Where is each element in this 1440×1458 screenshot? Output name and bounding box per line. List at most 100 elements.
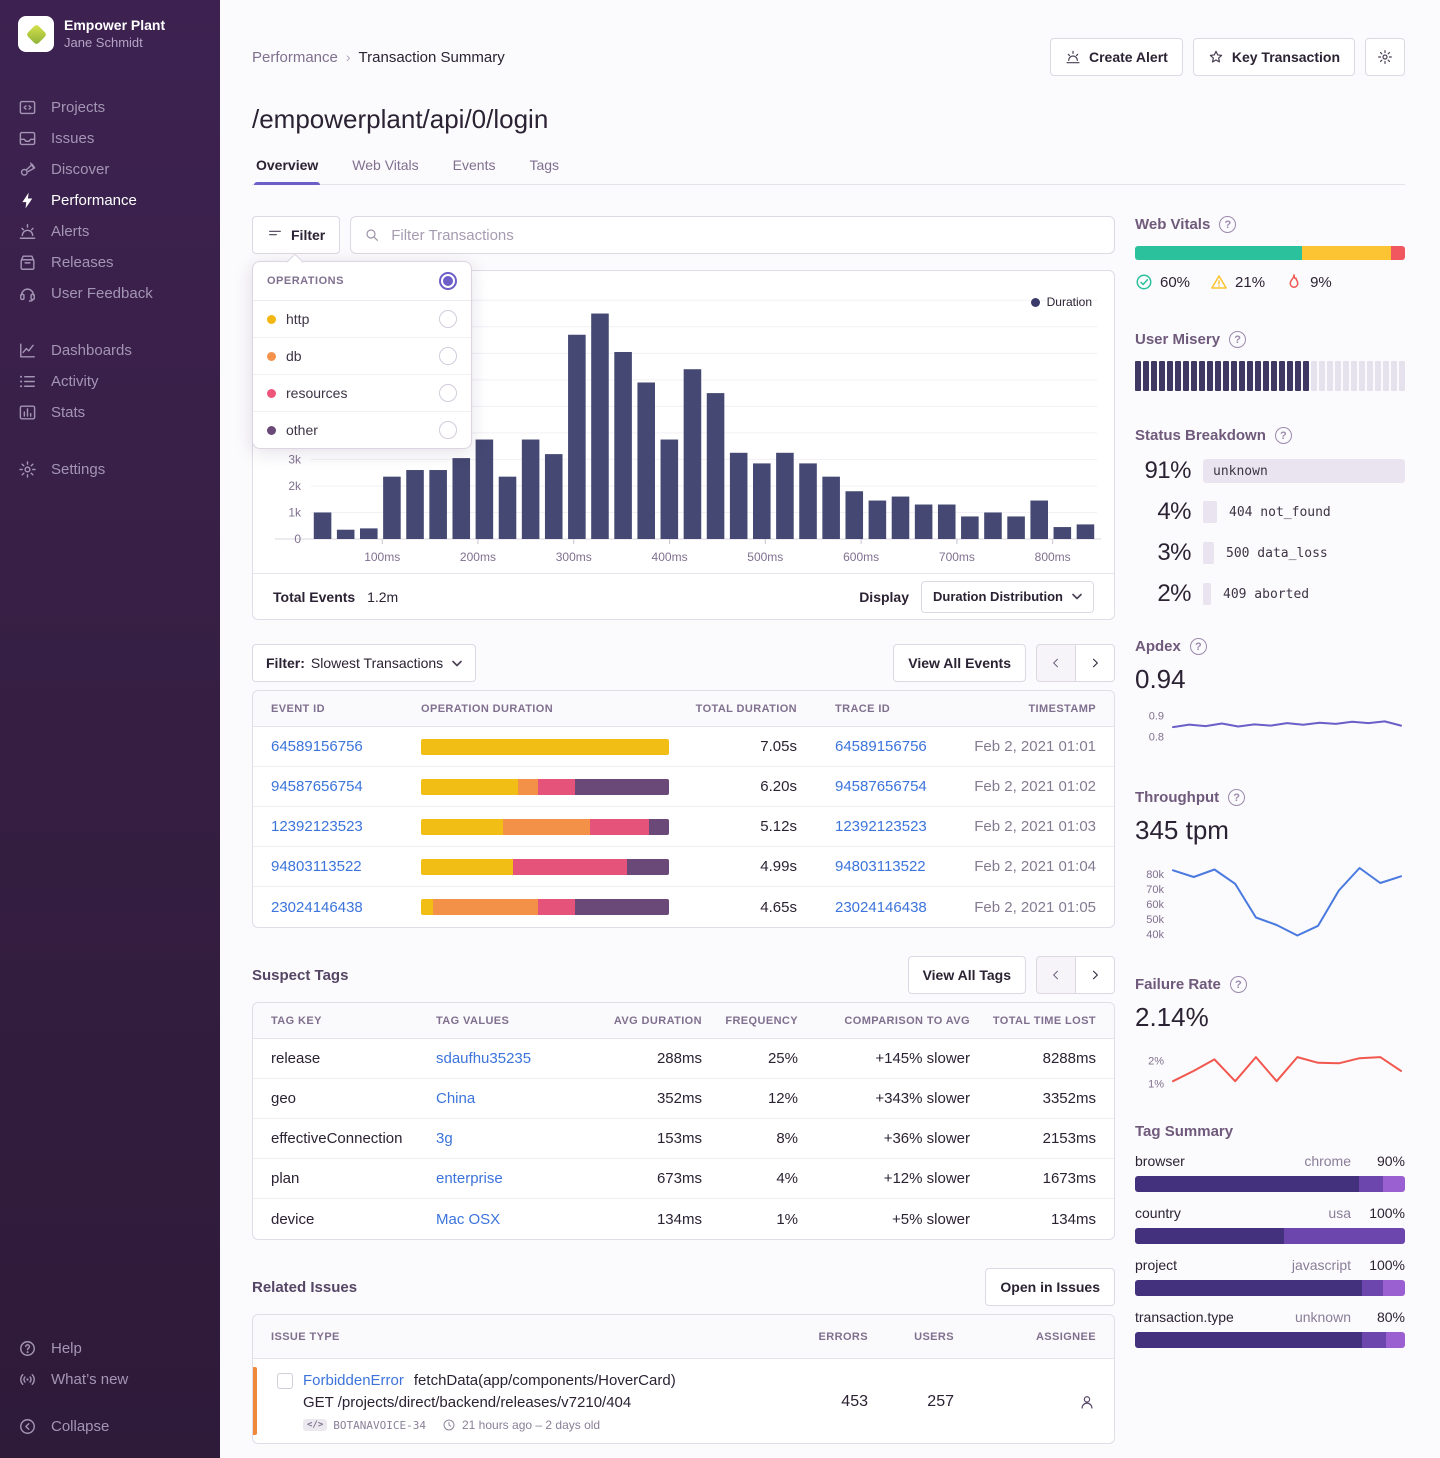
nav-divider [0, 428, 220, 454]
assignee-button[interactable] [954, 1393, 1096, 1411]
tab-overview[interactable]: Overview [254, 153, 320, 184]
tag-summary-bar [1135, 1332, 1405, 1348]
trace-id-link[interactable]: 12392123523 [835, 818, 927, 835]
events-filter-select[interactable]: Filter: Slowest Transactions [252, 644, 476, 682]
trace-id-link[interactable]: 64589156756 [835, 738, 927, 755]
operations-dropdown-header[interactable]: OPERATIONS [253, 262, 471, 301]
filter-button[interactable]: Filter [252, 216, 340, 254]
open-in-issues-button[interactable]: Open in Issues [985, 1268, 1115, 1306]
help-circle-icon[interactable]: ? [1230, 976, 1247, 993]
trace-id-link[interactable]: 94587656754 [835, 778, 927, 795]
sidebar-item-projects[interactable]: Projects [0, 92, 220, 123]
tags-prev-page-button[interactable] [1036, 956, 1076, 994]
related-issues-title: Related Issues [252, 1279, 357, 1296]
tag-summary-bar [1135, 1228, 1405, 1244]
tag-value-link[interactable]: China [436, 1090, 475, 1107]
events-prev-page-button[interactable] [1036, 644, 1076, 682]
sidebar-item-label: Performance [51, 192, 137, 209]
event-id-link[interactable]: 94587656754 [271, 778, 363, 795]
sidebar-item-issues[interactable]: Issues [0, 123, 220, 154]
operation-option-http[interactable]: http [253, 301, 471, 338]
sidebar-item-user-feedback[interactable]: User Feedback [0, 278, 220, 309]
sidebar-item-performance[interactable]: Performance [0, 185, 220, 216]
events-table: EVENT ID OPERATION DURATION TOTAL DURATI… [252, 690, 1115, 928]
apdex-sparkline: 0.90.8 [1135, 703, 1405, 747]
help-circle-icon[interactable]: ? [1228, 789, 1245, 806]
issue-checkbox[interactable] [277, 1373, 293, 1389]
trace-id-link[interactable]: 23024146438 [835, 899, 927, 916]
tag-summary-value: chrome [1304, 1153, 1351, 1169]
sidebar-item-dashboards[interactable]: Dashboards [0, 335, 220, 366]
apdex-section: Apdex ? 0.94 0.90.8 [1135, 638, 1405, 747]
key-transaction-button[interactable]: Key Transaction [1193, 38, 1355, 76]
tab-web-vitals[interactable]: Web Vitals [350, 153, 420, 184]
total-duration: 6.20s [679, 778, 797, 795]
tag-value-link[interactable]: Mac OSX [436, 1211, 500, 1228]
issue-age: 21 hours ago – 2 days old [442, 1418, 600, 1432]
operation-option-label: resources [286, 385, 347, 401]
sidebar-item-discover[interactable]: Discover [0, 154, 220, 185]
operation-radio-db[interactable] [439, 347, 457, 365]
events-next-page-button[interactable] [1075, 644, 1115, 682]
status-pct: 2% [1135, 580, 1191, 608]
sidebar-item-label: What’s new [51, 1371, 128, 1388]
org-logo [18, 16, 54, 52]
tag-value-link[interactable]: 3g [436, 1130, 453, 1147]
sidebar-item-releases[interactable]: Releases [0, 247, 220, 278]
chart-footer: Total Events 1.2m Display Duration Distr… [253, 573, 1114, 619]
settings-gear-button[interactable] [1365, 38, 1405, 76]
view-all-events-button[interactable]: View All Events [893, 644, 1026, 682]
sidebar-item-help[interactable]: Help [0, 1333, 220, 1364]
sidebar-item-stats[interactable]: Stats [0, 397, 220, 428]
tag-value-link[interactable]: sdaufhu35235 [436, 1050, 531, 1067]
issue-type-link[interactable]: ForbiddenError [303, 1372, 404, 1389]
operations-radio-all[interactable] [439, 272, 457, 290]
event-id-link[interactable]: 64589156756 [271, 738, 363, 755]
avg-duration: 352ms [594, 1090, 702, 1107]
tab-tags[interactable]: Tags [527, 153, 561, 184]
total-time-lost: 8288ms [970, 1050, 1096, 1067]
chart-legend[interactable]: Duration [1031, 295, 1092, 309]
status-breakdown-section: Status Breakdown ? 91% unknown 4% 404 no… [1135, 427, 1405, 608]
svg-text:800ms: 800ms [1034, 550, 1070, 564]
sidebar-item-alerts[interactable]: Alerts [0, 216, 220, 247]
duration-legend-dot-icon [1031, 298, 1040, 307]
sidebar-item-whats-new[interactable]: What’s new [0, 1364, 220, 1395]
operation-radio-http[interactable] [439, 310, 457, 328]
tag-summary-value: unknown [1295, 1309, 1351, 1325]
tag-key: release [271, 1050, 436, 1067]
trace-id-link[interactable]: 94803113522 [835, 858, 926, 875]
sidebar-item-activity[interactable]: Activity [0, 366, 220, 397]
help-circle-icon[interactable]: ? [1190, 638, 1207, 655]
chevron-down-icon [452, 660, 462, 667]
sidebar-collapse-button[interactable]: Collapse [0, 1411, 220, 1442]
tag-value-link[interactable]: enterprise [436, 1170, 503, 1187]
display-select[interactable]: Duration Distribution [921, 581, 1094, 613]
operation-option-other[interactable]: other [253, 412, 471, 448]
help-circle-icon[interactable]: ? [1219, 216, 1236, 233]
org-switcher[interactable]: Empower Plant Jane Schmidt [0, 16, 220, 52]
tab-events[interactable]: Events [451, 153, 498, 184]
dashboards-icon [18, 341, 37, 360]
nav-divider [0, 1395, 220, 1411]
column-header: ISSUE TYPE [271, 1331, 776, 1343]
search-input[interactable] [389, 226, 1101, 245]
operation-option-resources[interactable]: resources [253, 375, 471, 412]
operation-radio-resources[interactable] [439, 384, 457, 402]
create-alert-button[interactable]: Create Alert [1050, 38, 1183, 76]
breadcrumb-parent[interactable]: Performance [252, 49, 338, 66]
operation-option-db[interactable]: db [253, 338, 471, 375]
table-row: 23024146438 4.65s 23024146438 Feb 2, 202… [253, 887, 1114, 927]
tags-next-page-button[interactable] [1075, 956, 1115, 994]
help-circle-icon[interactable]: ? [1275, 427, 1292, 444]
event-id-link[interactable]: 23024146438 [271, 899, 363, 916]
svg-text:2k: 2k [288, 479, 302, 493]
project-badge[interactable]: </> BOTANAVOICE-34 [303, 1419, 426, 1432]
view-all-tags-button[interactable]: View All Tags [908, 956, 1026, 994]
help-circle-icon[interactable]: ? [1229, 331, 1246, 348]
operation-radio-other[interactable] [439, 421, 457, 439]
sidebar-item-settings[interactable]: Settings [0, 454, 220, 485]
event-id-link[interactable]: 12392123523 [271, 818, 363, 835]
column-header: TIMESTAMP [955, 703, 1096, 715]
event-id-link[interactable]: 94803113522 [271, 858, 362, 875]
